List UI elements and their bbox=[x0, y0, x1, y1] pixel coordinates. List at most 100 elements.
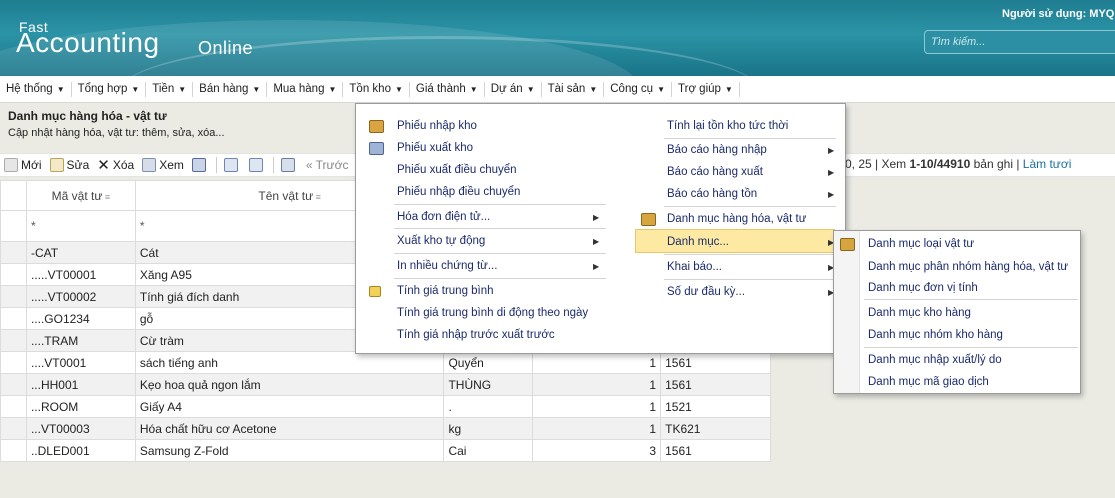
row-selector[interactable] bbox=[0, 329, 27, 352]
submenu-item-loai-vat-tu[interactable]: Danh mục loại vật tư bbox=[868, 233, 974, 255]
submenu-item-ma-giao-dich[interactable]: Danh mục mã giao dịch bbox=[868, 371, 989, 393]
box-icon bbox=[641, 213, 656, 226]
prev-page-button[interactable]: « Trước bbox=[302, 158, 353, 172]
menu-item-tinh-lai-ton-kho[interactable]: Tính lại tồn kho tức thời bbox=[667, 115, 788, 137]
menu-divider bbox=[664, 206, 836, 207]
submenu-item-nhom-kho-hang[interactable]: Danh mục nhóm kho hàng bbox=[868, 324, 1003, 346]
menu-gia-thanh[interactable]: Giá thành ▼ bbox=[410, 81, 485, 97]
submenu-item-nhap-xuat-ly-do[interactable]: Danh mục nhập xuất/lý do bbox=[868, 349, 1002, 371]
column-header-code[interactable]: Mã vật tư ≡ bbox=[25, 180, 136, 211]
cell-account: 1521 bbox=[660, 395, 771, 418]
row-selector[interactable] bbox=[0, 285, 27, 308]
menu-ton-kho[interactable]: Tồn kho ▼ bbox=[343, 81, 410, 97]
cell-name: Giấy A4 bbox=[134, 395, 445, 418]
cell-unit: THÙNG bbox=[443, 373, 534, 396]
menu-item-bao-cao-hang-ton[interactable]: Báo cáo hàng tồn bbox=[667, 183, 757, 205]
table-row[interactable]: ...HH001 Kẹo hoa quả ngon lắm THÙNG 1 1561 bbox=[0, 373, 771, 396]
menu-tien[interactable]: Tiền ▼ bbox=[146, 81, 194, 97]
menu-item-danh-muc-hang-hoa[interactable]: Danh mục hàng hóa, vật tư bbox=[667, 208, 806, 230]
cell-unit: Quyển bbox=[443, 351, 534, 374]
menu-item-bao-cao-hang-xuat[interactable]: Báo cáo hàng xuất bbox=[667, 161, 763, 183]
submenu-item-kho-hang[interactable]: Danh mục kho hàng bbox=[868, 302, 971, 324]
pager: 0, 25 | Xem 1-10/44910 bản ghi | Làm tươ… bbox=[845, 157, 1072, 171]
cell-code: -CAT bbox=[25, 241, 136, 264]
cell-name: Kẹo hoa quả ngon lắm bbox=[134, 373, 445, 396]
new-button[interactable]: Mới bbox=[0, 158, 46, 172]
row-selector[interactable] bbox=[0, 241, 27, 264]
search-input[interactable]: Tìm kiếm... bbox=[924, 30, 1115, 54]
new-label: Mới bbox=[21, 158, 42, 172]
menu-item-tinh-gia-fifo[interactable]: Tính giá nhập trước xuất trước bbox=[397, 324, 555, 346]
menu-item-phieu-nhap-kho[interactable]: Phiếu nhập kho bbox=[397, 115, 477, 137]
row-selector[interactable] bbox=[0, 417, 27, 440]
menu-tong-hop[interactable]: Tổng hợp ▼ bbox=[72, 81, 147, 97]
menu-item-phieu-xuat-dieu-chuyen[interactable]: Phiếu xuất điều chuyển bbox=[397, 159, 517, 181]
submenu-item-don-vi-tinh[interactable]: Danh mục đơn vị tính bbox=[868, 277, 978, 299]
table-row[interactable]: ..DLED001 Samsung Z-Fold Cai 3 1561 bbox=[0, 439, 771, 462]
menu-label: Công cụ bbox=[610, 82, 654, 95]
menu-divider bbox=[394, 253, 606, 254]
cell-name: sách tiếng anh bbox=[134, 351, 445, 374]
copy-button[interactable] bbox=[188, 158, 213, 172]
move-down-button[interactable] bbox=[245, 158, 270, 172]
caret-down-icon: ▼ bbox=[526, 84, 535, 94]
refresh-link[interactable]: Làm tươi bbox=[1023, 157, 1072, 171]
cell-name: Samsung Z-Fold bbox=[134, 439, 445, 462]
edit-button[interactable]: Sửa bbox=[46, 158, 94, 172]
menu-item-tinh-gia-di-dong[interactable]: Tính giá trung bình di động theo ngày bbox=[397, 302, 588, 324]
menu-label: Giá thành bbox=[415, 82, 466, 95]
menu-mua-hang[interactable]: Mua hàng ▼ bbox=[267, 81, 344, 97]
logo-online: Online bbox=[198, 38, 254, 58]
menu-item-phieu-xuat-kho[interactable]: Phiếu xuất kho bbox=[397, 137, 473, 159]
ton-kho-dropdown: Phiếu nhập kho Phiếu xuất kho Phiếu xuất… bbox=[355, 103, 846, 354]
delete-label: Xóa bbox=[112, 158, 135, 172]
main-menubar: Hệ thống ▼ Tổng hợp ▼ Tiền ▼ Bán hàng ▼ Mua … bbox=[0, 76, 1115, 103]
menu-item-danh-muc[interactable]: Danh mục... bbox=[667, 231, 729, 253]
menu-cong-cu[interactable]: Công cụ ▼ bbox=[604, 81, 673, 97]
menu-item-in-nhieu-chung-tu[interactable]: In nhiều chứng từ... bbox=[397, 255, 497, 277]
menu-item-hoa-don-dien-tu[interactable]: Hóa đơn điện tử... bbox=[397, 206, 490, 228]
cell-code: .....VT00001 bbox=[25, 263, 136, 286]
menu-item-so-du-dau-ky[interactable]: Số dư đầu kỳ... bbox=[667, 281, 745, 303]
move-up-button[interactable] bbox=[220, 158, 245, 172]
cell-code: ....TRAM bbox=[25, 329, 136, 352]
menu-tai-san[interactable]: Tài sản ▼ bbox=[542, 81, 605, 97]
menu-item-xuat-kho-tu-dong[interactable]: Xuất kho tự động bbox=[397, 230, 485, 252]
menu-ban-hang[interactable]: Bán hàng ▼ bbox=[193, 81, 268, 97]
filter-code-input[interactable]: * bbox=[25, 210, 136, 242]
row-selector[interactable] bbox=[0, 263, 27, 286]
view-icon bbox=[142, 158, 157, 172]
columns-button[interactable] bbox=[277, 158, 302, 172]
row-selector[interactable] bbox=[0, 307, 27, 330]
submenu-item-phan-nhom[interactable]: Danh mục phân nhóm hàng hóa, vật tư bbox=[868, 256, 1068, 278]
menu-item-tinh-gia-trung-binh[interactable]: Tính giá trung bình bbox=[397, 280, 494, 302]
row-selector[interactable] bbox=[0, 395, 27, 418]
row-selector[interactable] bbox=[0, 351, 27, 374]
category-gear-icon bbox=[840, 238, 855, 251]
menu-he-thong[interactable]: Hệ thống ▼ bbox=[0, 81, 72, 97]
cell-qty: 1 bbox=[532, 373, 662, 396]
menu-tro-giup[interactable]: Trợ giúp ▼ bbox=[672, 81, 740, 97]
menu-item-phieu-nhap-dieu-chuyen[interactable]: Phiếu nhập điều chuyển bbox=[397, 181, 520, 203]
table-row[interactable]: ...ROOM Giấy A4. 1 1521 bbox=[0, 395, 771, 418]
receipt-icon bbox=[369, 120, 384, 133]
table-row[interactable]: ....VT0001 sách tiếng anh Quyển 1 1561 bbox=[0, 351, 771, 374]
toolbar-divider bbox=[272, 157, 274, 173]
chevron-right-icon: ▶ bbox=[828, 146, 835, 155]
view-button[interactable]: Xem bbox=[138, 158, 188, 172]
row-selector[interactable] bbox=[0, 439, 27, 462]
caret-down-icon: ▼ bbox=[394, 84, 403, 94]
table-row[interactable]: ...VT00003 Hóa chất hữu cơ Acetone kg 1 TK62… bbox=[0, 417, 771, 440]
cell-code: ...HH001 bbox=[25, 373, 136, 396]
row-selector[interactable] bbox=[0, 373, 27, 396]
page-title: Danh mục hàng hóa - vật tư bbox=[8, 109, 167, 123]
close-icon: ✕ bbox=[97, 157, 110, 174]
menu-label: Dự án bbox=[490, 82, 523, 95]
menu-item-khai-bao[interactable]: Khai báo... bbox=[667, 256, 722, 278]
menu-item-bao-cao-hang-nhap[interactable]: Báo cáo hàng nhập bbox=[667, 139, 767, 161]
delete-button[interactable]: ✕ Xóa bbox=[93, 156, 138, 174]
cell-qty: 1 bbox=[532, 417, 662, 440]
chevron-right-icon: ▶ bbox=[593, 213, 600, 222]
menu-du-an[interactable]: Dự án ▼ bbox=[485, 81, 542, 97]
calculate-icon bbox=[369, 286, 381, 297]
